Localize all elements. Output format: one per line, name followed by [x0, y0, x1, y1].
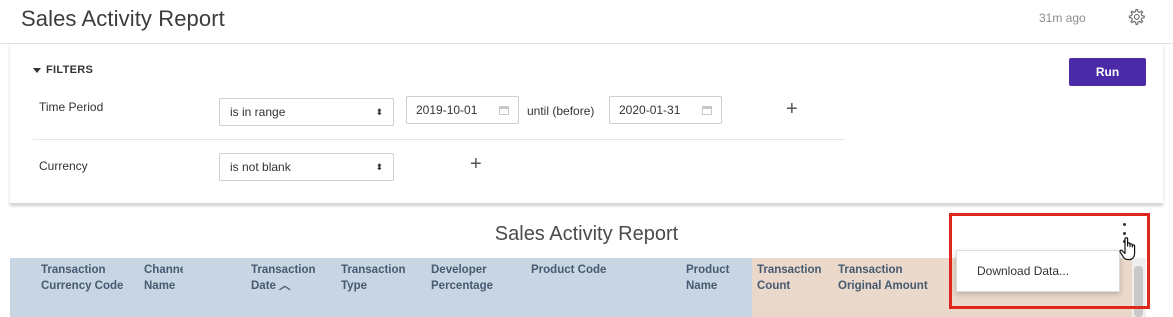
end-date-input[interactable]: 2020-01-31	[609, 96, 722, 124]
add-currency-condition-button[interactable]: +	[470, 154, 482, 174]
filters-panel	[10, 44, 1163, 204]
column-header-transaction-count[interactable]: Transaction Count	[752, 258, 832, 317]
filter-divider	[33, 139, 845, 140]
page-title: Sales Activity Report	[21, 6, 225, 31]
column-header-spacer	[183, 258, 245, 317]
column-header-currency-code[interactable]: Transaction Currency Code	[10, 258, 138, 317]
currency-operator-select[interactable]: is not blank ⬍	[219, 153, 394, 181]
column-header-transaction-type[interactable]: Transaction Type	[335, 258, 425, 317]
filters-toggle[interactable]: FILTERS	[33, 64, 93, 76]
calendar-icon	[499, 105, 509, 115]
gear-icon[interactable]	[1126, 7, 1146, 27]
run-button[interactable]: Run	[1069, 58, 1146, 86]
time-period-operator-value: is in range	[230, 105, 286, 119]
end-date-value: 2020-01-31	[619, 103, 681, 117]
column-header-product-code[interactable]: Product Code	[525, 258, 665, 317]
page-header: Sales Activity Report 31m ago	[0, 0, 1173, 44]
add-time-period-condition-button[interactable]: +	[786, 99, 798, 119]
column-header-developer-percentage[interactable]: Developer Percentage	[425, 258, 525, 317]
column-header-transaction-date[interactable]: Transaction Date ︿	[245, 258, 335, 317]
hand-pointer-icon	[1119, 237, 1136, 261]
last-updated-text: 31m ago	[1039, 11, 1086, 25]
column-header-transaction-original-amount[interactable]: Transaction Original Amount	[832, 258, 950, 317]
calendar-icon	[702, 105, 712, 115]
start-date-value: 2019-10-01	[416, 103, 478, 117]
filter-label-time-period: Time Period	[39, 100, 104, 114]
range-separator-label: until (before)	[527, 104, 595, 118]
filter-label-currency: Currency	[39, 159, 88, 173]
column-header-product-name[interactable]: Product Name	[665, 258, 752, 317]
caret-down-icon	[33, 67, 41, 73]
filters-toggle-label: FILTERS	[46, 64, 94, 76]
currency-operator-value: is not blank	[230, 160, 291, 174]
select-arrows-icon: ⬍	[375, 106, 383, 117]
select-arrows-icon: ⬍	[375, 161, 383, 172]
start-date-input[interactable]: 2019-10-01	[406, 96, 519, 124]
time-period-operator-select[interactable]: is in range ⬍	[219, 98, 394, 126]
